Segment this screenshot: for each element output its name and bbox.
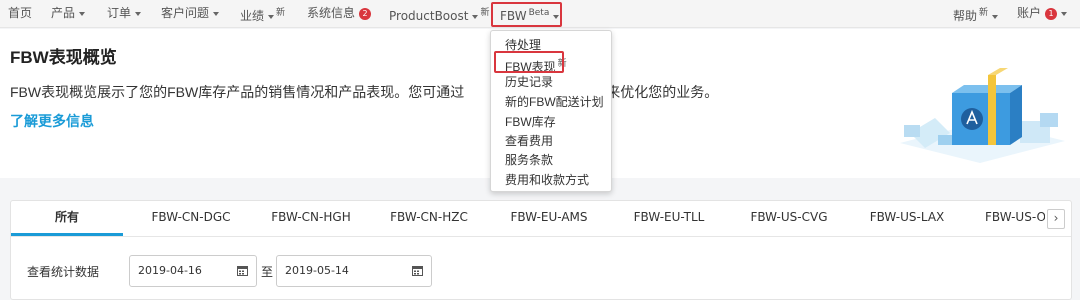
- menu-item-fbw-inventory[interactable]: FBW库存: [505, 113, 556, 131]
- top-navigation: 首页 产品 订单 客户问题 业绩新 系统信息 2 ProductBoost 新 FB…: [0, 0, 1080, 28]
- nav-home-label: 首页: [8, 6, 33, 20]
- chevron-down-icon: [135, 11, 142, 16]
- new-tag: 新: [276, 8, 286, 18]
- nav-orders-label: 订单: [107, 6, 132, 20]
- menu-item-fees-and-payment[interactable]: 费用和收款方式: [505, 171, 589, 189]
- nav-performance[interactable]: 业绩 新: [240, 0, 285, 28]
- start-date-value: 2019-04-16: [138, 264, 202, 277]
- nav-system-info[interactable]: 系统信息 2: [307, 0, 372, 28]
- nav-orders[interactable]: 订单: [107, 0, 142, 28]
- tab-fbw-us-cvg[interactable]: FBW-US-CVG: [737, 201, 841, 236]
- tab-fbw-cn-dgc[interactable]: FBW-CN-DGC: [141, 201, 241, 236]
- new-tag: 新: [480, 8, 490, 18]
- calendar-icon: [237, 266, 248, 276]
- fbw-dropdown-menu: 待处理 FBW表现新 历史记录 新的FBW配送计划 FBW库存 查看费用 服务条…: [490, 30, 612, 192]
- nav-productboost-label: ProductBoost: [389, 9, 469, 23]
- chevron-right-icon[interactable]: ›: [1047, 209, 1065, 229]
- chevron-down-icon: [992, 14, 999, 19]
- end-date-input[interactable]: 2019-05-14: [276, 255, 432, 287]
- nav-productboost[interactable]: ProductBoost 新: [389, 0, 489, 28]
- learn-more-link[interactable]: 了解更多信息: [10, 111, 94, 131]
- nav-products-label: 产品: [51, 6, 76, 20]
- chevron-down-icon: [1061, 11, 1068, 16]
- notification-badge: 1: [1045, 7, 1058, 20]
- tab-fbw-eu-ams[interactable]: FBW-EU-AMS: [497, 201, 601, 236]
- page-title: FBW表现概览: [10, 48, 117, 67]
- calendar-icon: [412, 266, 423, 276]
- tab-fbw-eu-tll[interactable]: FBW-EU-TLL: [619, 201, 719, 236]
- menu-item-view-fees[interactable]: 查看费用: [505, 132, 553, 150]
- menu-item-history[interactable]: 历史记录: [505, 73, 553, 91]
- chevron-down-icon: [268, 14, 275, 19]
- start-date-input[interactable]: 2019-04-16: [129, 255, 257, 287]
- tab-fbw-cn-hzc[interactable]: FBW-CN-HZC: [379, 201, 479, 236]
- nav-account-label: 账户: [1017, 6, 1042, 20]
- chevron-down-icon: [472, 14, 479, 19]
- nav-products[interactable]: 产品: [51, 0, 86, 28]
- menu-item-new-shipping-plan[interactable]: 新的FBW配送计划: [505, 93, 604, 111]
- tab-fbw-us-lax[interactable]: FBW-US-LAX: [857, 201, 957, 236]
- fbw-performance-highlight-box: [494, 51, 564, 73]
- tab-all[interactable]: 所有: [11, 201, 123, 236]
- new-tag: 新: [979, 8, 989, 18]
- nav-performance-label: 业绩: [240, 9, 265, 23]
- tab-fbw-cn-hgh[interactable]: FBW-CN-HGH: [261, 201, 361, 236]
- nav-customer-issues-label: 客户问题: [161, 6, 210, 20]
- nav-system-info-label: 系统信息: [307, 6, 356, 20]
- nav-help-label: 帮助: [953, 9, 978, 23]
- chevron-down-icon: [213, 11, 220, 16]
- description-text: FBW表现概览展示了您的FBW库存产品的销售情况和产品表现。您可通过: [10, 84, 465, 100]
- date-separator: 至: [261, 265, 274, 279]
- tab-fbw-us-or[interactable]: FBW-US-OR: [975, 201, 1045, 236]
- warehouse-tabs: 所有 FBW-CN-DGC FBW-CN-HGH FBW-CN-HZC FBW-…: [11, 201, 1071, 237]
- stats-card: 所有 FBW-CN-DGC FBW-CN-HGH FBW-CN-HZC FBW-…: [10, 200, 1072, 300]
- view-stats-label: 查看统计数据: [27, 265, 100, 279]
- nav-account[interactable]: 账户 1: [1017, 0, 1068, 28]
- warehouse-illustration-icon: [900, 68, 1065, 163]
- menu-item-terms-of-service[interactable]: 服务条款: [505, 151, 553, 169]
- nav-help[interactable]: 帮助新: [953, 0, 999, 28]
- end-date-value: 2019-05-14: [285, 264, 349, 277]
- notification-badge: 2: [359, 7, 372, 20]
- nav-home[interactable]: 首页: [8, 0, 32, 28]
- nav-customer-issues[interactable]: 客户问题: [161, 0, 220, 28]
- chevron-down-icon: [79, 11, 86, 16]
- fbw-highlight-box: [491, 2, 562, 27]
